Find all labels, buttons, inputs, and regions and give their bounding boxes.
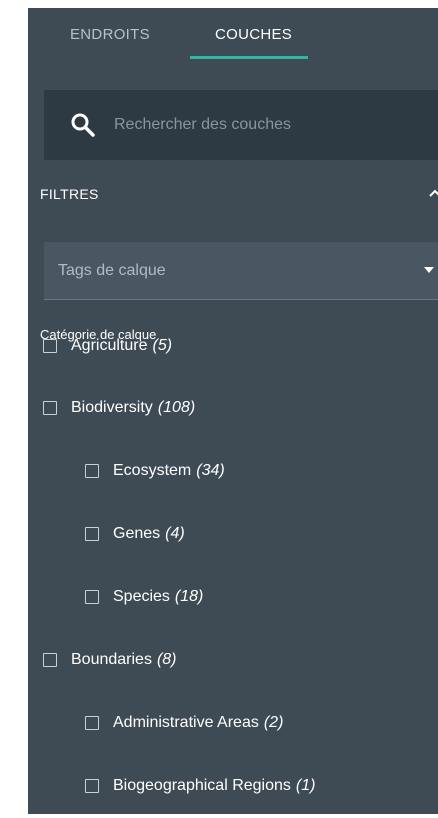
category-item-label: Genes (113, 525, 161, 542)
layer-tags-dropdown[interactable]: Tags de calque (44, 242, 438, 300)
category-item[interactable]: Agriculture (5) (43, 337, 172, 355)
checkbox[interactable] (85, 464, 99, 478)
active-tab-indicator (190, 56, 308, 59)
category-item[interactable]: Biogeographical Regions (1) (85, 777, 315, 795)
layer-search-box[interactable] (44, 90, 438, 160)
filters-title: FILTRES (40, 186, 99, 202)
checkbox[interactable] (85, 527, 99, 541)
category-item-count: (5) (152, 337, 173, 354)
category-item-label: Boundaries (71, 651, 152, 668)
category-item-count: (2) (263, 714, 284, 731)
category-item-label: Administrative Areas (113, 714, 259, 731)
category-item[interactable]: Species (18) (85, 588, 203, 606)
category-item[interactable]: Biodiversity (108) (43, 399, 195, 417)
category-item-count: (4) (165, 525, 185, 542)
search-icon[interactable] (70, 112, 96, 138)
category-item-count: (8) (156, 651, 177, 668)
category-item-count: (1) (295, 777, 316, 794)
category-item-label: Biodiversity (71, 399, 153, 416)
caret-down-icon[interactable] (424, 267, 434, 273)
layers-panel: ENDROITS COUCHES FILTRES Tags de calque … (28, 8, 438, 814)
category-item[interactable]: Ecosystem (34) (85, 462, 225, 480)
tab-layers[interactable]: COUCHES (215, 26, 292, 43)
category-item[interactable]: Boundaries (8) (43, 651, 177, 669)
category-item-label: Biogeographical Regions (113, 777, 291, 794)
category-item[interactable]: Genes (4) (85, 525, 185, 543)
checkbox[interactable] (85, 779, 99, 793)
filters-header[interactable]: FILTRES (40, 184, 438, 208)
checkbox[interactable] (85, 590, 99, 604)
layer-tags-label: Tags de calque (58, 261, 166, 279)
category-item-count: (18) (174, 588, 204, 605)
checkbox[interactable] (43, 339, 57, 353)
checkbox[interactable] (43, 653, 57, 667)
checkbox[interactable] (85, 716, 99, 730)
search-input[interactable] (114, 116, 414, 134)
category-item-label: Ecosystem (113, 462, 192, 479)
tab-places[interactable]: ENDROITS (70, 26, 150, 43)
category-item-count: (108) (157, 399, 196, 416)
category-item[interactable]: Administrative Areas (2) (85, 714, 283, 732)
category-item-label: Agriculture (71, 337, 148, 354)
category-item-count: (34) (196, 462, 225, 479)
chevron-up-icon[interactable] (428, 186, 438, 200)
category-item-label: Species (113, 588, 170, 605)
tab-bar: ENDROITS COUCHES (28, 8, 438, 68)
checkbox[interactable] (43, 401, 57, 415)
